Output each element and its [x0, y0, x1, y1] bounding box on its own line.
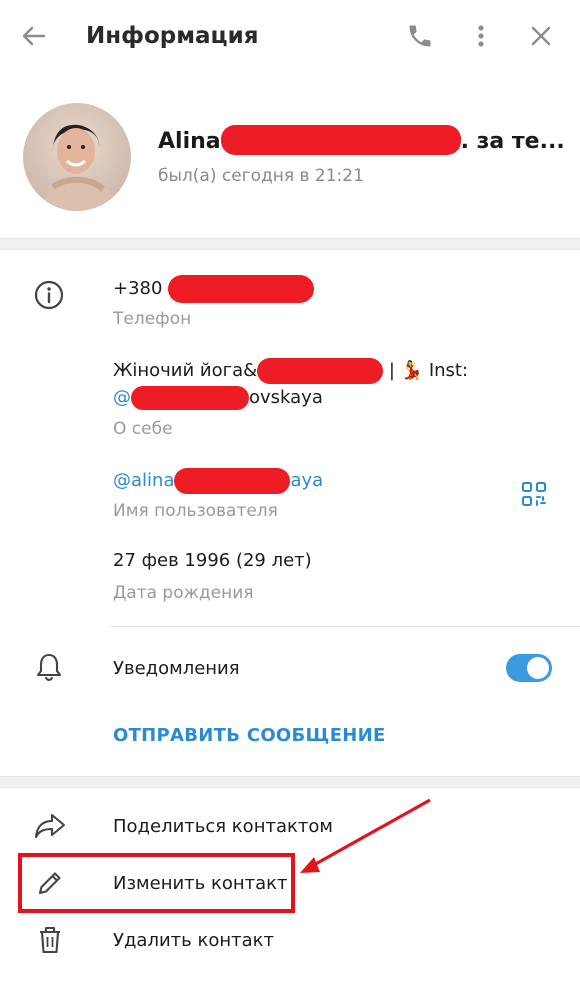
annotation-arrow	[300, 798, 431, 873]
